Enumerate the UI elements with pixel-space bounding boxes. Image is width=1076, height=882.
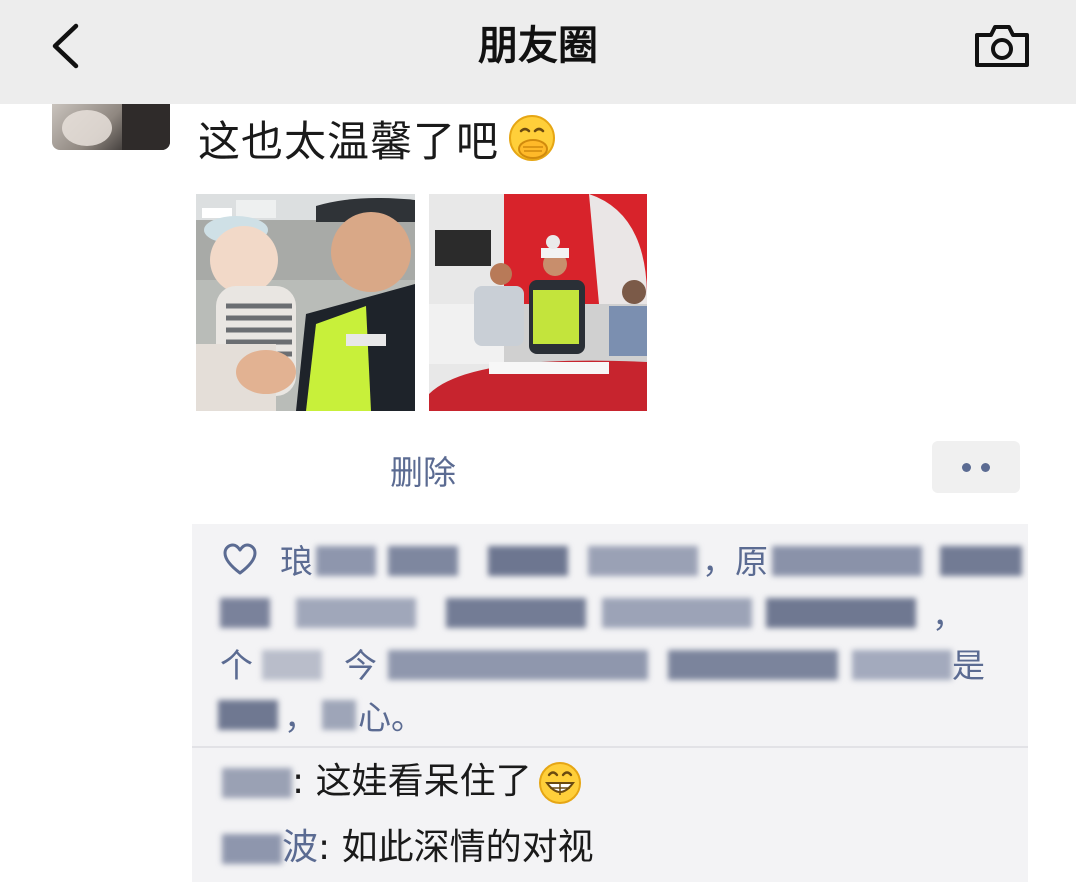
likes-list: 琅 ，原 ， 个 今 是 ， 心。 <box>192 524 1028 746</box>
like-separator: ， <box>284 698 317 737</box>
grinning-face-icon <box>538 762 581 804</box>
ellipsis-icon <box>962 462 971 472</box>
comment-colon: : <box>318 827 342 868</box>
post-photo-1[interactable] <box>196 194 415 411</box>
comment-row[interactable]: 波: 如此深情的对视 <box>222 822 594 874</box>
blurred-name <box>668 650 838 680</box>
camera-icon <box>975 25 1029 67</box>
more-actions-button[interactable] <box>932 441 1020 493</box>
like-name-5[interactable]: 是 <box>952 640 985 692</box>
comment-author: 波 <box>282 827 319 868</box>
blurred-name <box>588 546 698 576</box>
blurred-name <box>940 546 1022 576</box>
likes-divider <box>192 746 1028 748</box>
heart-outline-icon <box>223 543 257 575</box>
blurred-name <box>322 700 356 730</box>
comment-row[interactable]: : 这娃看呆住了 <box>222 756 582 808</box>
blurred-name <box>218 700 278 730</box>
like-name-6[interactable]: 心。 <box>358 692 424 744</box>
chevron-left-icon <box>52 23 79 69</box>
blurred-name <box>262 650 322 680</box>
blurred-name <box>388 650 648 680</box>
like-name-1[interactable]: 琅 <box>280 536 313 588</box>
post-text-line: 这也太温馨了吧 <box>198 108 557 168</box>
page-title: 朋友圈 <box>478 23 598 69</box>
blurred-name <box>772 546 922 576</box>
blurred-name <box>388 546 458 576</box>
blurred-name <box>446 598 586 628</box>
blurred-name <box>852 650 952 680</box>
blurred-name <box>602 598 752 628</box>
comment-text: 如此深情的对视 <box>341 827 594 868</box>
post-photo-2[interactable] <box>429 194 647 411</box>
ellipsis-icon-dot <box>981 462 990 472</box>
like-name-4[interactable]: 今 <box>344 640 377 692</box>
delete-link[interactable]: 删除 <box>390 446 456 494</box>
blurred-commenter <box>222 768 292 798</box>
top-nav-bar: 朋友圈 <box>0 0 1076 104</box>
like-separator: ， <box>932 596 965 635</box>
comment-colon: : <box>292 761 316 802</box>
like-name-2[interactable]: ，原 <box>702 536 768 588</box>
likes-comments-panel: 琅 ，原 ， 个 今 是 ， 心。 : 这娃看呆住了 波: 如此深情的对视 <box>192 524 1028 882</box>
back-button[interactable] <box>40 18 90 74</box>
blurred-name <box>488 546 568 576</box>
comment-text: 这娃看呆住了 <box>315 761 532 802</box>
like-name-3[interactable]: 个 <box>220 640 253 692</box>
blurred-name <box>316 546 376 576</box>
blurred-commenter <box>222 834 282 864</box>
face-with-hand-over-mouth-icon <box>507 113 557 163</box>
camera-button[interactable] <box>968 18 1036 74</box>
blurred-name <box>296 598 416 628</box>
avatar[interactable] <box>52 104 170 150</box>
blurred-name <box>220 598 270 628</box>
blurred-name <box>766 598 916 628</box>
post-text: 这也太温馨了吧 <box>198 116 500 166</box>
